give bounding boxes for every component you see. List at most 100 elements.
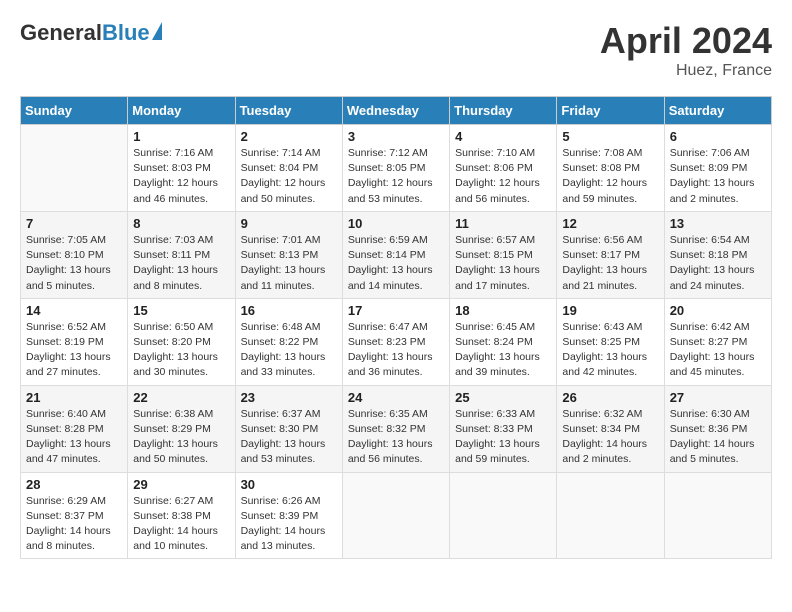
calendar-cell xyxy=(342,472,449,559)
page-header: General Blue April 2024 Huez, France xyxy=(20,20,772,80)
day-number: 5 xyxy=(562,129,658,144)
day-info: Sunrise: 6:56 AMSunset: 8:17 PMDaylight:… xyxy=(562,233,658,294)
day-number: 27 xyxy=(670,390,766,405)
day-info: Sunrise: 6:47 AMSunset: 8:23 PMDaylight:… xyxy=(348,320,444,381)
calendar-cell: 9Sunrise: 7:01 AMSunset: 8:13 PMDaylight… xyxy=(235,211,342,298)
logo-blue-text: Blue xyxy=(102,20,150,46)
day-info: Sunrise: 7:01 AMSunset: 8:13 PMDaylight:… xyxy=(241,233,337,294)
day-number: 6 xyxy=(670,129,766,144)
day-info: Sunrise: 6:52 AMSunset: 8:19 PMDaylight:… xyxy=(26,320,122,381)
day-number: 13 xyxy=(670,216,766,231)
day-info: Sunrise: 6:30 AMSunset: 8:36 PMDaylight:… xyxy=(670,407,766,468)
calendar-cell: 21 Sunrise: 6:40 AMSunset: 8:28 PMDayligh… xyxy=(21,385,128,472)
calendar-cell: 1Sunrise: 7:16 AMSunset: 8:03 PMDaylight… xyxy=(128,125,235,212)
calendar-cell: 28 Sunrise: 6:29 AMSunset: 8:37 PMDayligh… xyxy=(21,472,128,559)
day-number: 22 xyxy=(133,390,229,405)
header-day-thursday: Thursday xyxy=(450,97,557,125)
day-number: 4 xyxy=(455,129,551,144)
calendar-cell: 17 Sunrise: 6:47 AMSunset: 8:23 PMDayligh… xyxy=(342,298,449,385)
calendar-cell: 14 Sunrise: 6:52 AMSunset: 8:19 PMDayligh… xyxy=(21,298,128,385)
day-info: Sunrise: 6:54 AMSunset: 8:18 PMDaylight:… xyxy=(670,233,766,294)
day-number: 28 xyxy=(26,477,122,492)
calendar-cell: 7 Sunrise: 7:05 AMSunset: 8:10 PMDaylight… xyxy=(21,211,128,298)
calendar-cell xyxy=(450,472,557,559)
day-info: Sunrise: 6:35 AMSunset: 8:32 PMDaylight:… xyxy=(348,407,444,468)
calendar-cell: 26 Sunrise: 6:32 AMSunset: 8:34 PMDayligh… xyxy=(557,385,664,472)
day-info: Sunrise: 7:06 AMSunset: 8:09 PMDaylight:… xyxy=(670,146,766,207)
day-info: Sunrise: 6:29 AMSunset: 8:37 PMDaylight:… xyxy=(26,494,122,555)
day-number: 26 xyxy=(562,390,658,405)
day-number: 18 xyxy=(455,303,551,318)
calendar-cell: 25 Sunrise: 6:33 AMSunset: 8:33 PMDayligh… xyxy=(450,385,557,472)
week-row-2: 7 Sunrise: 7:05 AMSunset: 8:10 PMDaylight… xyxy=(21,211,772,298)
day-number: 14 xyxy=(26,303,122,318)
calendar-cell: 16 Sunrise: 6:48 AMSunset: 8:22 PMDayligh… xyxy=(235,298,342,385)
day-info: Sunrise: 6:40 AMSunset: 8:28 PMDaylight:… xyxy=(26,407,122,468)
day-number: 23 xyxy=(241,390,337,405)
location-label: Huez, France xyxy=(600,62,772,80)
calendar-cell: 3 Sunrise: 7:12 AMSunset: 8:05 PMDaylight… xyxy=(342,125,449,212)
calendar-cell: 27 Sunrise: 6:30 AMSunset: 8:36 PMDayligh… xyxy=(664,385,771,472)
day-info: Sunrise: 7:03 AMSunset: 8:11 PMDaylight:… xyxy=(133,233,229,294)
day-number: 3 xyxy=(348,129,444,144)
day-number: 20 xyxy=(670,303,766,318)
day-info: Sunrise: 7:16 AMSunset: 8:03 PMDaylight:… xyxy=(133,146,229,207)
header-day-sunday: Sunday xyxy=(21,97,128,125)
day-info: Sunrise: 7:05 AMSunset: 8:10 PMDaylight:… xyxy=(26,233,122,294)
calendar-cell: 10 Sunrise: 6:59 AMSunset: 8:14 PMDayligh… xyxy=(342,211,449,298)
day-number: 24 xyxy=(348,390,444,405)
day-info: Sunrise: 6:57 AMSunset: 8:15 PMDaylight:… xyxy=(455,233,551,294)
calendar-cell: 30 Sunrise: 6:26 AMSunset: 8:39 PMDayligh… xyxy=(235,472,342,559)
day-info: Sunrise: 6:32 AMSunset: 8:34 PMDaylight:… xyxy=(562,407,658,468)
day-info: Sunrise: 7:14 AMSunset: 8:04 PMDaylight:… xyxy=(241,146,337,207)
day-number: 10 xyxy=(348,216,444,231)
calendar-cell: 19Sunrise: 6:43 AMSunset: 8:25 PMDayligh… xyxy=(557,298,664,385)
calendar-cell xyxy=(21,125,128,212)
calendar-cell: 22 Sunrise: 6:38 AMSunset: 8:29 PMDayligh… xyxy=(128,385,235,472)
calendar-cell: 12 Sunrise: 6:56 AMSunset: 8:17 PMDayligh… xyxy=(557,211,664,298)
day-number: 30 xyxy=(241,477,337,492)
day-info: Sunrise: 6:26 AMSunset: 8:39 PMDaylight:… xyxy=(241,494,337,555)
week-row-3: 14 Sunrise: 6:52 AMSunset: 8:19 PMDayligh… xyxy=(21,298,772,385)
day-info: Sunrise: 7:12 AMSunset: 8:05 PMDaylight:… xyxy=(348,146,444,207)
header-day-friday: Friday xyxy=(557,97,664,125)
day-info: Sunrise: 6:37 AMSunset: 8:30 PMDaylight:… xyxy=(241,407,337,468)
calendar-cell: 18Sunrise: 6:45 AMSunset: 8:24 PMDayligh… xyxy=(450,298,557,385)
logo: General Blue xyxy=(20,20,162,46)
header-day-saturday: Saturday xyxy=(664,97,771,125)
day-info: Sunrise: 6:50 AMSunset: 8:20 PMDaylight:… xyxy=(133,320,229,381)
calendar-table: SundayMondayTuesdayWednesdayThursdayFrid… xyxy=(20,96,772,559)
day-number: 11 xyxy=(455,216,551,231)
day-number: 7 xyxy=(26,216,122,231)
title-area: April 2024 Huez, France xyxy=(600,20,772,80)
week-row-5: 28 Sunrise: 6:29 AMSunset: 8:37 PMDayligh… xyxy=(21,472,772,559)
day-number: 17 xyxy=(348,303,444,318)
day-number: 25 xyxy=(455,390,551,405)
day-info: Sunrise: 6:59 AMSunset: 8:14 PMDaylight:… xyxy=(348,233,444,294)
day-number: 21 xyxy=(26,390,122,405)
calendar-cell: 8Sunrise: 7:03 AMSunset: 8:11 PMDaylight… xyxy=(128,211,235,298)
calendar-cell: 11 Sunrise: 6:57 AMSunset: 8:15 PMDayligh… xyxy=(450,211,557,298)
logo-general-text: General xyxy=(20,20,102,46)
calendar-cell: 29 Sunrise: 6:27 AMSunset: 8:38 PMDayligh… xyxy=(128,472,235,559)
day-info: Sunrise: 7:08 AMSunset: 8:08 PMDaylight:… xyxy=(562,146,658,207)
day-info: Sunrise: 6:27 AMSunset: 8:38 PMDaylight:… xyxy=(133,494,229,555)
week-row-1: 1Sunrise: 7:16 AMSunset: 8:03 PMDaylight… xyxy=(21,125,772,212)
day-number: 29 xyxy=(133,477,229,492)
calendar-cell: 20Sunrise: 6:42 AMSunset: 8:27 PMDayligh… xyxy=(664,298,771,385)
day-info: Sunrise: 6:48 AMSunset: 8:22 PMDaylight:… xyxy=(241,320,337,381)
day-info: Sunrise: 6:38 AMSunset: 8:29 PMDaylight:… xyxy=(133,407,229,468)
calendar-cell: 23 Sunrise: 6:37 AMSunset: 8:30 PMDayligh… xyxy=(235,385,342,472)
header-day-tuesday: Tuesday xyxy=(235,97,342,125)
day-number: 16 xyxy=(241,303,337,318)
calendar-cell xyxy=(664,472,771,559)
logo-triangle-icon xyxy=(152,22,162,40)
day-info: Sunrise: 7:10 AMSunset: 8:06 PMDaylight:… xyxy=(455,146,551,207)
calendar-cell: 6 Sunrise: 7:06 AMSunset: 8:09 PMDaylight… xyxy=(664,125,771,212)
day-number: 12 xyxy=(562,216,658,231)
week-row-4: 21 Sunrise: 6:40 AMSunset: 8:28 PMDayligh… xyxy=(21,385,772,472)
calendar-cell xyxy=(557,472,664,559)
day-info: Sunrise: 6:33 AMSunset: 8:33 PMDaylight:… xyxy=(455,407,551,468)
calendar-cell: 4 Sunrise: 7:10 AMSunset: 8:06 PMDaylight… xyxy=(450,125,557,212)
calendar-cell: 5 Sunrise: 7:08 AMSunset: 8:08 PMDaylight… xyxy=(557,125,664,212)
